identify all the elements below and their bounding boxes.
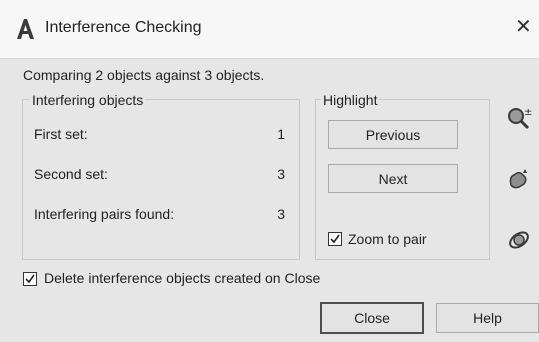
previous-button[interactable]: Previous [328,120,458,149]
highlight-title: Highlight [321,92,380,108]
zoom-realtime-icon[interactable]: ± [505,104,533,132]
delete-on-close-checkbox[interactable] [23,272,37,286]
comparison-summary: Comparing 2 objects against 3 objects. [23,67,265,83]
first-set-value: 1 [277,126,285,142]
interfering-pairs-value: 3 [277,206,285,222]
title-bar: Interference Checking ✕ [0,0,539,59]
checkmark-icon [25,274,35,284]
zoom-to-pair-checkbox[interactable] [328,232,342,246]
interfering-objects-title: Interfering objects [30,92,146,108]
autocad-logo-icon [17,19,34,39]
interfering-pairs-label: Interfering pairs found: [34,206,175,222]
checkmark-icon [330,234,340,244]
pan-icon[interactable] [505,165,533,193]
second-set-value: 3 [277,166,285,182]
svg-text:±: ± [524,107,532,118]
close-button[interactable]: Close [320,302,424,334]
window-title: Interference Checking [45,19,202,36]
orbit-icon[interactable] [505,226,533,254]
next-button[interactable]: Next [328,164,458,193]
second-set-label: Second set: [34,166,108,182]
zoom-to-pair-label[interactable]: Zoom to pair [348,231,427,247]
first-set-label: First set: [34,126,88,142]
close-icon[interactable]: ✕ [515,17,532,37]
delete-on-close-label[interactable]: Delete interference objects created on C… [44,270,320,286]
help-button[interactable]: Help [436,303,539,333]
